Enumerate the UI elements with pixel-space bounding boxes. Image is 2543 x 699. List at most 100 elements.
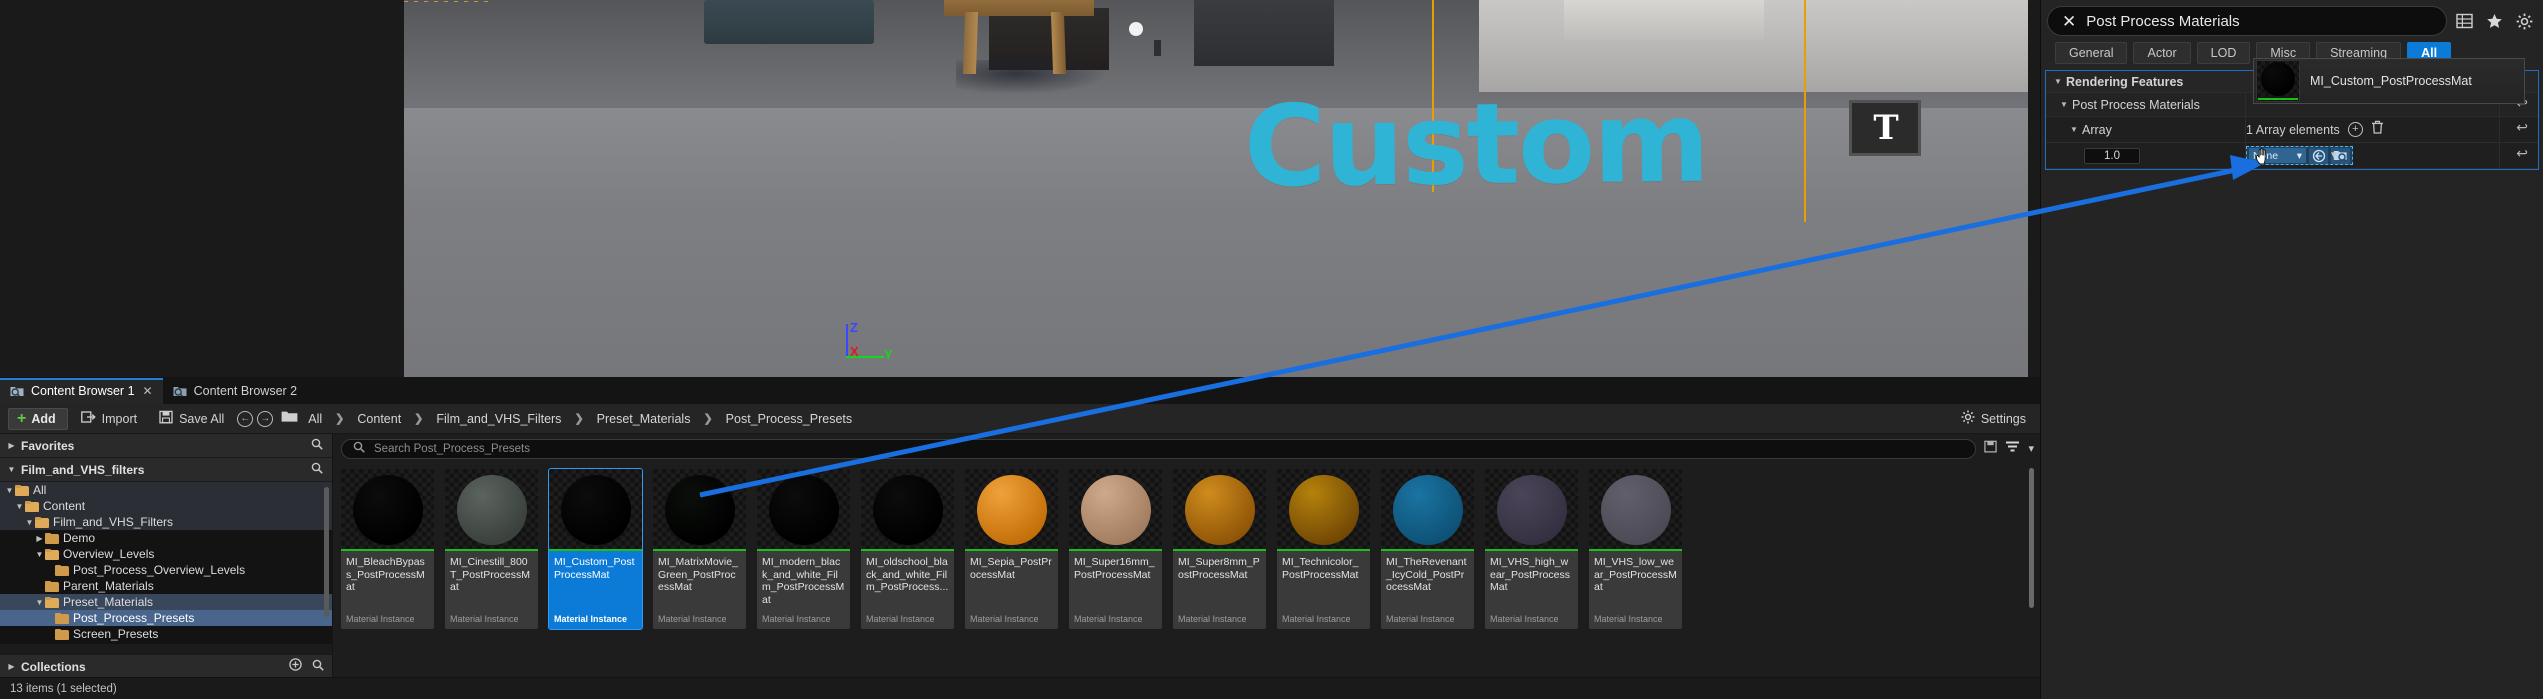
chevron-down-icon[interactable]: ▾ <box>2028 442 2034 455</box>
search-icon[interactable] <box>311 437 323 455</box>
close-icon[interactable]: ✕ <box>2062 13 2076 30</box>
gear-icon[interactable] <box>2511 8 2537 34</box>
search-input[interactable]: Search Post_Process_Presets <box>341 438 1977 459</box>
axis-z-label: Z <box>850 320 858 335</box>
tab-general[interactable]: General <box>2055 42 2128 64</box>
settings-button[interactable]: Settings <box>1961 410 2026 427</box>
forward-arrow-icon[interactable]: → <box>257 410 274 427</box>
tab-lod[interactable]: LOD <box>2196 42 2251 64</box>
details-search-field[interactable]: ✕ Post Process Materials <box>2047 6 2447 36</box>
stool-leg <box>962 12 979 74</box>
tree-item-all[interactable]: ▼ All <box>0 482 332 498</box>
asset-card[interactable]: MI_oldschool_black_and_white_Film_PostPr… <box>861 469 954 629</box>
breadcrumb-post-process-presets[interactable]: Post_Process_Presets <box>724 412 854 426</box>
tree-item-content[interactable]: ▼ Content <box>0 498 332 514</box>
asset-type: Material Instance <box>1074 614 1143 624</box>
tree-item-preset-materials[interactable]: ▼ Preset_Materials <box>0 594 332 610</box>
asset-card[interactable]: MI_TheRevenant_IcyCold_PostProcessMat Ma… <box>1381 469 1474 629</box>
asset-picker-dropdown-preview[interactable]: MI_Custom_PostProcessMat <box>2253 58 2525 104</box>
save-all-button[interactable]: Save All <box>150 408 233 430</box>
chevron-down-icon[interactable]: ▾ <box>2331 148 2337 161</box>
chevron-down-icon[interactable]: ▼ <box>34 598 45 607</box>
tree-label: Post_Process_Overview_Levels <box>73 563 246 577</box>
browse-to-asset-icon[interactable] <box>2309 147 2328 164</box>
filter-icon[interactable] <box>2005 440 2020 458</box>
trash-icon[interactable] <box>2371 120 2384 139</box>
asset-card[interactable]: MI_Super16mm_PostProcessMat Material Ins… <box>1069 469 1162 629</box>
import-button[interactable]: Import <box>72 408 146 430</box>
chevron-down-icon[interactable]: ▼ <box>2050 77 2066 86</box>
tree-scrollbar[interactable] <box>324 487 329 617</box>
details-panel: ✕ Post Process Materials General Actor L… <box>2040 0 2543 699</box>
material-instance-type-bar <box>2258 98 2298 100</box>
chevron-down-icon[interactable]: ▼ <box>24 518 35 527</box>
tree-item-screen-presets[interactable]: Screen_Presets <box>0 626 332 642</box>
collections-header[interactable]: ▶ Collections <box>0 654 332 678</box>
tree-item-overview-levels[interactable]: ▼ Overview_Levels <box>0 546 332 562</box>
chevron-right-icon[interactable]: ▶ <box>6 441 17 450</box>
chevron-down-icon[interactable]: ▼ <box>2056 100 2072 109</box>
chevron-down-icon[interactable]: ▼ <box>6 465 17 474</box>
tree-item-parent-materials[interactable]: Parent_Materials <box>0 578 332 594</box>
star-icon[interactable] <box>2481 8 2507 34</box>
project-header[interactable]: ▼ Film_and_VHS_filters <box>0 458 332 482</box>
asset-card[interactable]: MI_BleachBypass_PostProcessMat Material … <box>341 469 434 629</box>
chevron-down-icon[interactable]: ▼ <box>4 486 15 495</box>
asset-card[interactable]: MI_Technicolor_PostProcessMat Material I… <box>1277 469 1370 629</box>
tree-item-film-and-vhs-filters[interactable]: ▼ Film_and_VHS_Filters <box>0 514 332 530</box>
breadcrumb-preset-materials[interactable]: Preset_Materials <box>595 412 693 426</box>
back-arrow-icon[interactable]: ← <box>237 410 254 427</box>
asset-card[interactable]: MI_modern_black_and_white_Film_PostProce… <box>757 469 850 629</box>
revert-arrow-icon[interactable]: ↩ <box>2516 119 2528 136</box>
favorites-header[interactable]: ▶ Favorites <box>0 434 332 458</box>
asset-thumbnail <box>1485 469 1578 551</box>
tab-content-browser-1[interactable]: Content Browser 1 ✕ <box>0 378 163 404</box>
asset-thumbnail <box>1381 469 1474 551</box>
breadcrumb-all[interactable]: All <box>306 412 324 426</box>
breadcrumb-content[interactable]: Content <box>355 412 403 426</box>
content-browser-sources-panel: ▶ Favorites ▼ Film_and_VHS_filters ▼ All… <box>0 434 333 678</box>
asset-card[interactable]: MI_Sepia_PostProcessMat Material Instanc… <box>965 469 1058 629</box>
asset-card[interactable]: MI_Super8mm_PostProcessMat Material Inst… <box>1173 469 1266 629</box>
tree-item-post-process-overview-levels[interactable]: Post_Process_Overview_Levels <box>0 562 332 578</box>
save-search-icon[interactable] <box>1984 440 1998 458</box>
asset-type: Material Instance <box>450 614 519 624</box>
level-viewport[interactable]: Custom T Z X Y <box>404 0 2028 377</box>
asset-card[interactable]: MI_VHS_high_wear_PostProcessMat Material… <box>1485 469 1578 629</box>
chevron-down-icon[interactable]: ▼ <box>14 502 25 511</box>
table-icon[interactable] <box>2451 8 2477 34</box>
chevron-right-icon[interactable]: ▶ <box>34 534 45 543</box>
asset-type-bar <box>549 549 642 551</box>
folder-tree[interactable]: ▼ All ▼ Content ▼ Film_and_VHS_Filters ▶… <box>0 482 332 644</box>
blend-weight-field[interactable]: 1.0 <box>2084 147 2140 164</box>
asset-card-selected[interactable]: MI_Custom_PostProcessMat Material Instan… <box>548 468 643 630</box>
tree-item-demo[interactable]: ▶ Demo <box>0 530 332 546</box>
property-array-element-0[interactable]: 1.0 None ▾ ▾ <box>2046 143 2538 169</box>
text-render-actor-widget[interactable]: T <box>1849 100 1921 156</box>
search-icon[interactable] <box>311 461 323 479</box>
asset-card[interactable]: MI_VHS_low_wear_PostProcessMat Material … <box>1589 469 1682 629</box>
plus-circle-icon[interactable]: + <box>2347 122 2363 137</box>
property-array[interactable]: ▼ Array 1 Array elements + ↩ <box>2046 117 2538 143</box>
revert-arrow-icon[interactable]: ↩ <box>2516 145 2528 162</box>
material-sphere-preview <box>1600 475 1671 545</box>
plus-circle-icon[interactable] <box>289 657 302 676</box>
asset-grid-scrollbar[interactable] <box>2029 468 2034 608</box>
chevron-right-icon[interactable]: ▶ <box>6 662 17 671</box>
viewport-right-margin <box>2028 0 2040 377</box>
tree-item-post-process-presets[interactable]: Post_Process_Presets <box>0 610 332 626</box>
asset-preview-name: MI_Custom_PostProcessMat <box>2310 74 2472 88</box>
chevron-down-icon[interactable]: ▼ <box>2066 125 2082 134</box>
tab-actor[interactable]: Actor <box>2133 42 2191 64</box>
search-icon[interactable] <box>312 658 324 676</box>
asset-card[interactable]: MI_Cinestill_800T_PostProcessMat Materia… <box>445 469 538 629</box>
chevron-down-icon[interactable]: ▼ <box>34 550 45 559</box>
breadcrumb-film-and-vhs-filters[interactable]: Film_and_VHS_Filters <box>434 412 563 426</box>
material-sphere-preview <box>664 475 735 545</box>
material-sphere-preview <box>1288 475 1359 545</box>
add-button[interactable]: + Add <box>8 407 68 430</box>
tree-label: Film_and_VHS_Filters <box>53 515 174 529</box>
asset-card[interactable]: MI_MatrixMovie_Green_PostProcessMat Mate… <box>653 469 746 629</box>
tab-content-browser-2[interactable]: Content Browser 2 <box>163 378 308 404</box>
close-icon[interactable]: ✕ <box>143 384 153 398</box>
